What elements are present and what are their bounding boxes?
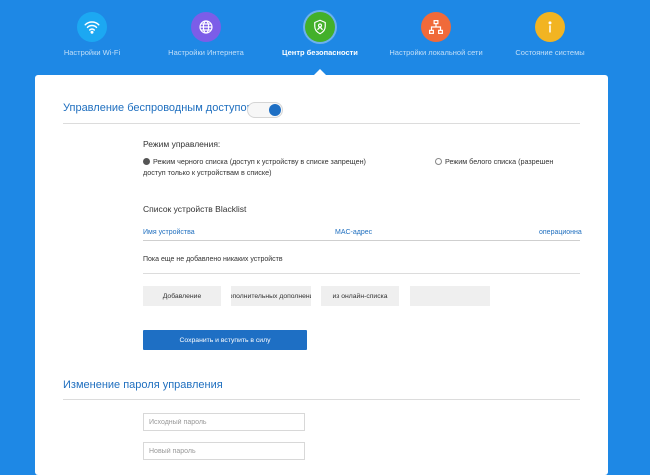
whitelist-mode-text: Режим белого списка (разрешен	[445, 157, 554, 166]
network-icon	[421, 12, 451, 42]
empty-list-message: Пока еще не добавлено никаких устройств	[143, 256, 283, 263]
wifi-icon	[77, 12, 107, 42]
table-bottom-divider	[143, 273, 580, 274]
control-mode-label: Режим управления:	[143, 139, 221, 149]
table-header-divider	[143, 240, 580, 241]
nav-item-status[interactable]: Состояние системы	[495, 12, 605, 57]
nav-label: Состояние системы	[515, 48, 585, 57]
shield-icon	[305, 12, 335, 42]
blacklist-mode-radio[interactable]: Режим черного списка (доступ к устройств…	[143, 156, 366, 178]
blacklist-mode-text-line2: доступ только к устройствам в списке)	[143, 168, 272, 177]
top-navigation: Настройки Wi-Fi Настройки Интернета Цент…	[0, 0, 650, 75]
wireless-access-title: Управление беспроводным доступом	[63, 102, 255, 114]
globe-icon	[191, 12, 221, 42]
section-divider	[63, 123, 580, 124]
password-section-title: Изменение пароля управления	[63, 379, 223, 391]
blacklist-mode-text: Режим черного списка (доступ к устройств…	[153, 157, 366, 166]
radio-unselected-icon	[435, 157, 442, 165]
nav-item-internet[interactable]: Настройки Интернета	[151, 12, 261, 57]
radio-selected-icon	[143, 157, 150, 165]
nav-label: Настройки Wi-Fi	[63, 48, 121, 57]
device-list-title: Список устройств Blacklist	[143, 204, 247, 214]
nav-label: Настройки локальной сети	[389, 48, 483, 57]
whitelist-mode-radio[interactable]: Режим белого списка (разрешен	[435, 156, 553, 167]
extra-action-button[interactable]	[410, 286, 490, 306]
info-icon	[535, 12, 565, 42]
column-mac-address: MAC-адрес	[335, 229, 373, 236]
save-and-apply-button[interactable]: Сохранить и вступить в силу	[143, 330, 307, 350]
wireless-access-toggle[interactable]	[247, 102, 283, 118]
add-from-online-list-button[interactable]: из онлайн-списка	[321, 286, 399, 306]
toggle-knob	[269, 104, 281, 116]
nav-item-lan[interactable]: Настройки локальной сети	[381, 12, 491, 57]
nav-label: Настройки Интернета	[168, 48, 244, 57]
nav-item-wifi[interactable]: Настройки Wi-Fi	[37, 12, 147, 57]
security-panel: Управление беспроводным доступом Режим у…	[35, 75, 608, 475]
column-operation: операционна	[539, 229, 582, 236]
old-password-input[interactable]	[143, 413, 305, 431]
add-button[interactable]: Добавление	[143, 286, 221, 306]
add-extra-button[interactable]: дополнительных дополнений	[231, 286, 311, 306]
new-password-input[interactable]	[143, 442, 305, 460]
nav-item-security[interactable]: Центр безопасности	[265, 12, 375, 57]
column-device-name: Имя устройства	[143, 229, 195, 236]
nav-label: Центр безопасности	[282, 48, 358, 57]
section-divider	[63, 399, 580, 400]
